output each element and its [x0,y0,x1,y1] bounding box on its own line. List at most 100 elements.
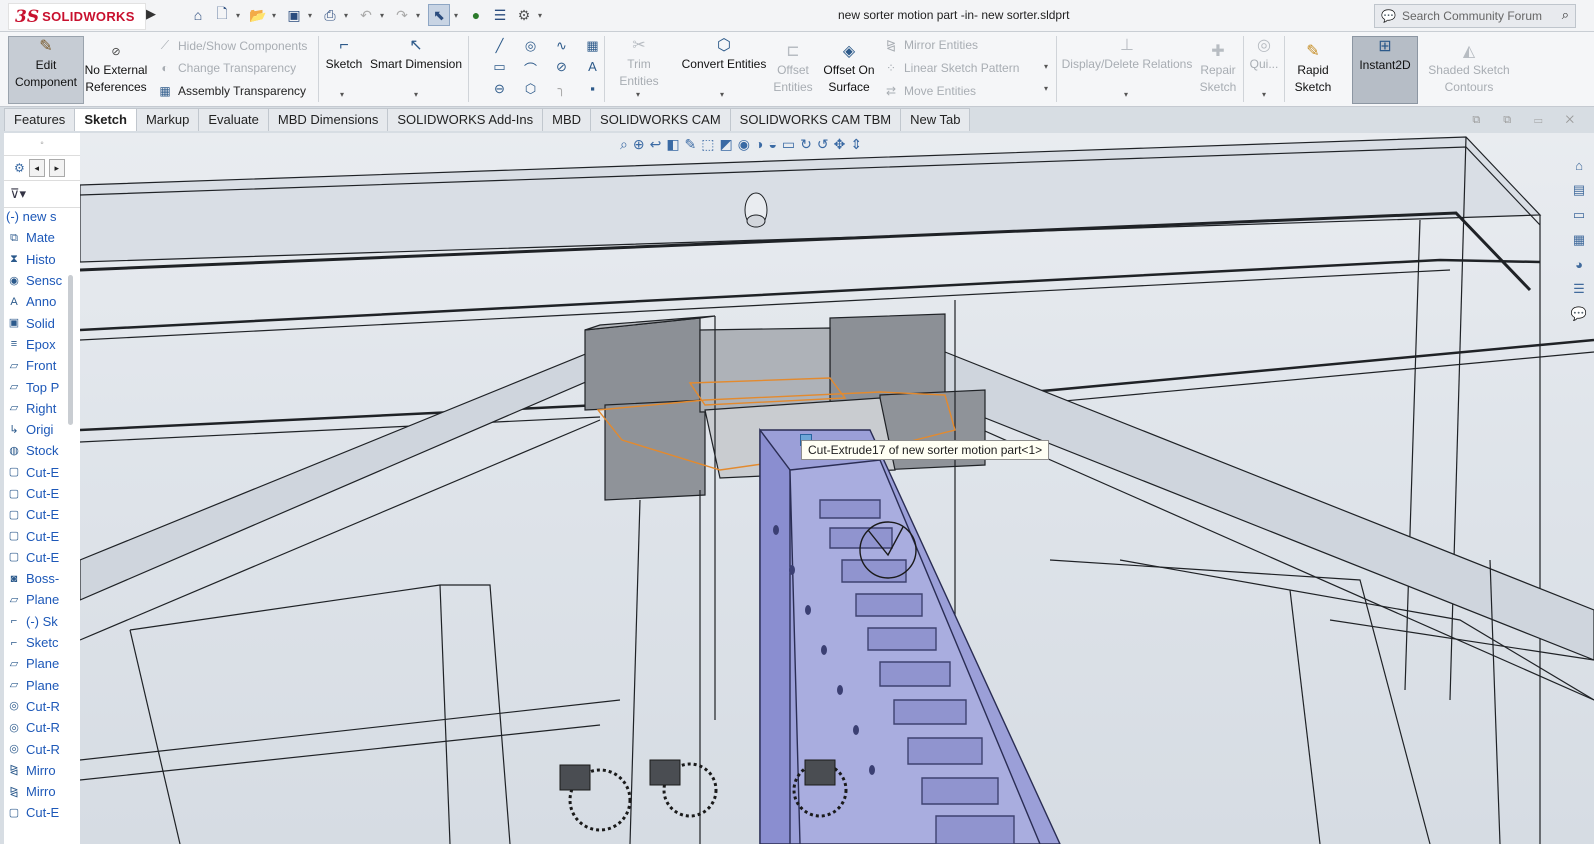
apply-scene-icon[interactable]: ◒ [768,136,776,153]
feature-tree-item[interactable]: ▢ Cut-E [4,504,80,525]
chevron-down-icon[interactable]: ▾ [538,11,546,20]
dynamic-annotation-icon[interactable]: ✎ [685,136,697,153]
view-settings-icon[interactable]: ▭ [782,136,795,153]
tab-new-tab[interactable]: New Tab [900,108,971,131]
trim-entities-button[interactable]: ✂ Trim Entities [606,36,672,90]
tab-solidworks-cam-tbm[interactable]: SOLIDWORKS CAM TBM [729,108,902,131]
select-pointer-icon[interactable]: ⬉ [428,4,450,26]
ellipse-tool-icon[interactable]: ⊘ [546,59,577,80]
graphics-area[interactable] [80,133,1594,844]
search-community-forum[interactable]: 💬 Search Community Forum ⌕ [1374,4,1576,28]
menu-expand-arrow-icon[interactable]: ▶ [146,6,156,22]
offset-on-surface-button[interactable]: ◈ Offset On Surface [818,42,880,96]
fillet-tool-icon[interactable]: ╮ [546,81,577,102]
filter-icon[interactable]: ⊽▾ [4,181,80,208]
chevron-down-icon[interactable]: ▾ [344,11,352,20]
slot-tool-icon[interactable]: ⊖ [484,81,515,102]
edit-component-button[interactable]: ✎ Edit Component [8,36,84,104]
change-transparency-button[interactable]: ◐ Change Transparency [158,61,296,75]
feature-tree-item[interactable]: (-) new s [4,206,80,227]
solidworks-resources-icon[interactable]: ⌂ [1568,158,1590,173]
hide-show-components-button[interactable]: ⟋ Hide/Show Components [158,38,308,53]
file-properties-icon[interactable]: ☰ [490,5,510,25]
tab-mbd[interactable]: MBD [542,108,592,131]
tab-features[interactable]: Features [4,108,76,131]
hide-show-items-icon[interactable]: ◉ [738,136,750,153]
feature-tree-item[interactable]: ▢ Cut-E [4,462,80,483]
undo-icon[interactable]: ↶ [356,5,376,25]
chevron-down-icon[interactable]: ▾ [454,11,462,20]
quick-snaps-dropdown-icon[interactable]: ▾ [1262,90,1266,99]
feature-tree-item[interactable]: ▱ Plane [4,589,80,610]
offset-entities-button[interactable]: ⊏ Offset Entities [770,42,816,96]
chevron-down-icon[interactable]: ▾ [416,11,424,20]
new-document-icon[interactable]: 🗋 [212,5,232,25]
chevron-down-icon[interactable]: ▾ [272,11,280,20]
display-delete-relations-button[interactable]: ⊥ Display/Delete Relations [1060,36,1194,73]
move-dropdown-icon[interactable]: ▾ [1044,84,1048,93]
tab-solidworks-add-ins[interactable]: SOLIDWORKS Add-Ins [387,108,544,131]
open-folder-icon[interactable]: 📂 [248,5,268,25]
section-view-icon[interactable]: ◧ [666,136,679,153]
print-icon[interactable]: ⎙ [320,5,340,25]
relations-dropdown-icon[interactable]: ▾ [1124,90,1128,99]
solidworks-logo[interactable]: 3S SOLIDWORKS [8,3,146,30]
rapid-sketch-button[interactable]: ✎ Rapid Sketch [1290,42,1336,108]
custom-properties-icon[interactable]: ☰ [1568,281,1590,297]
feature-tree-item[interactable]: ◍ Stock [4,440,80,461]
quick-snaps-button[interactable]: ◎ Qui... [1246,36,1282,73]
feature-tree-item[interactable]: ⧎ Mirro [4,781,80,802]
feature-tree-item[interactable]: ◎ Cut-R [4,717,80,738]
tab-scroll-left-icon[interactable]: ◂ [28,159,45,177]
feature-tree-item[interactable]: ▢ Cut-E [4,525,80,546]
save-icon[interactable]: ▣ [284,5,304,25]
tab-solidworks-cam[interactable]: SOLIDWORKS CAM [590,108,731,131]
move-triad-icon[interactable]: ⇕ [850,136,862,153]
feature-tree-item[interactable]: ⧎ Mirro [4,760,80,781]
file-explorer-icon[interactable]: ▭ [1568,207,1590,223]
forum-icon[interactable]: 💬 [1568,306,1590,322]
design-library-icon[interactable]: ▤ [1568,182,1590,198]
zoom-to-area-icon[interactable]: ⊕ [633,136,645,153]
tab-mbd-dimensions[interactable]: MBD Dimensions [267,108,389,131]
view-palette-icon[interactable]: ▦ [1568,232,1590,248]
no-external-references-button[interactable]: ⊘ No External References [84,42,148,96]
feature-tree-item[interactable]: ◎ Cut-R [4,696,80,717]
panel-collapse-handle[interactable]: ◦ [4,133,80,156]
roll-icon[interactable]: ↺ [817,136,829,153]
smart-dimension-dropdown-icon[interactable]: ▾ [414,90,418,99]
rebuild-icon[interactable]: ● [466,5,486,25]
feature-tree-item[interactable]: ⌐ Sketc [4,632,80,653]
feature-tree-scrollbar[interactable] [68,275,73,425]
options-gear-icon[interactable]: ⚙ [514,5,534,25]
convert-dropdown-icon[interactable]: ▾ [720,90,724,99]
move-entities-button[interactable]: ⇄ Move Entities [884,84,976,98]
feature-tree-item[interactable]: ⌐ (-) Sk [4,611,80,632]
spline-tool-icon[interactable]: ∿ [546,38,577,59]
feature-tree-icon[interactable]: ⚙ [14,161,25,175]
rectangle-tool-icon[interactable]: ▭ [484,59,515,80]
model-view[interactable] [80,133,1594,844]
circle-tool-icon[interactable]: ◎ [515,38,546,59]
edit-appearance-icon[interactable]: ◑ [755,136,763,153]
chevron-down-icon[interactable]: ▾ [380,11,388,20]
sketch-dropdown-icon[interactable]: ▾ [340,90,344,99]
home-icon[interactable]: ⌂ [188,5,208,25]
feature-tree-item[interactable]: ▢ Cut-E [4,483,80,504]
feature-tree-item[interactable]: ⧉ Mate [4,227,80,248]
feature-tree-item[interactable]: ▢ Cut-E [4,802,80,823]
chevron-down-icon[interactable]: ▾ [236,11,244,20]
pattern-dropdown-icon[interactable]: ▾ [1044,62,1048,71]
feature-tree-item[interactable]: ▢ Cut-E [4,547,80,568]
appearances-icon[interactable]: ◕ [1568,257,1590,272]
repair-sketch-button[interactable]: ✚ Repair Sketch [1196,42,1240,96]
convert-entities-button[interactable]: ⬡ Convert Entities [680,36,768,73]
chevron-down-icon[interactable]: ▾ [308,11,316,20]
feature-tree-item[interactable]: ◙ Boss- [4,568,80,589]
linear-sketch-pattern-button[interactable]: ⁘ Linear Sketch Pattern [884,61,1019,75]
polygon-tool-icon[interactable]: ⬡ [515,81,546,102]
pan-icon[interactable]: ✥ [834,136,846,153]
feature-tree-item[interactable]: ▱ Plane [4,653,80,674]
smart-dimension-button[interactable]: ↖ Smart Dimension [368,36,464,73]
feature-tree-item[interactable]: ◎ Cut-R [4,738,80,759]
